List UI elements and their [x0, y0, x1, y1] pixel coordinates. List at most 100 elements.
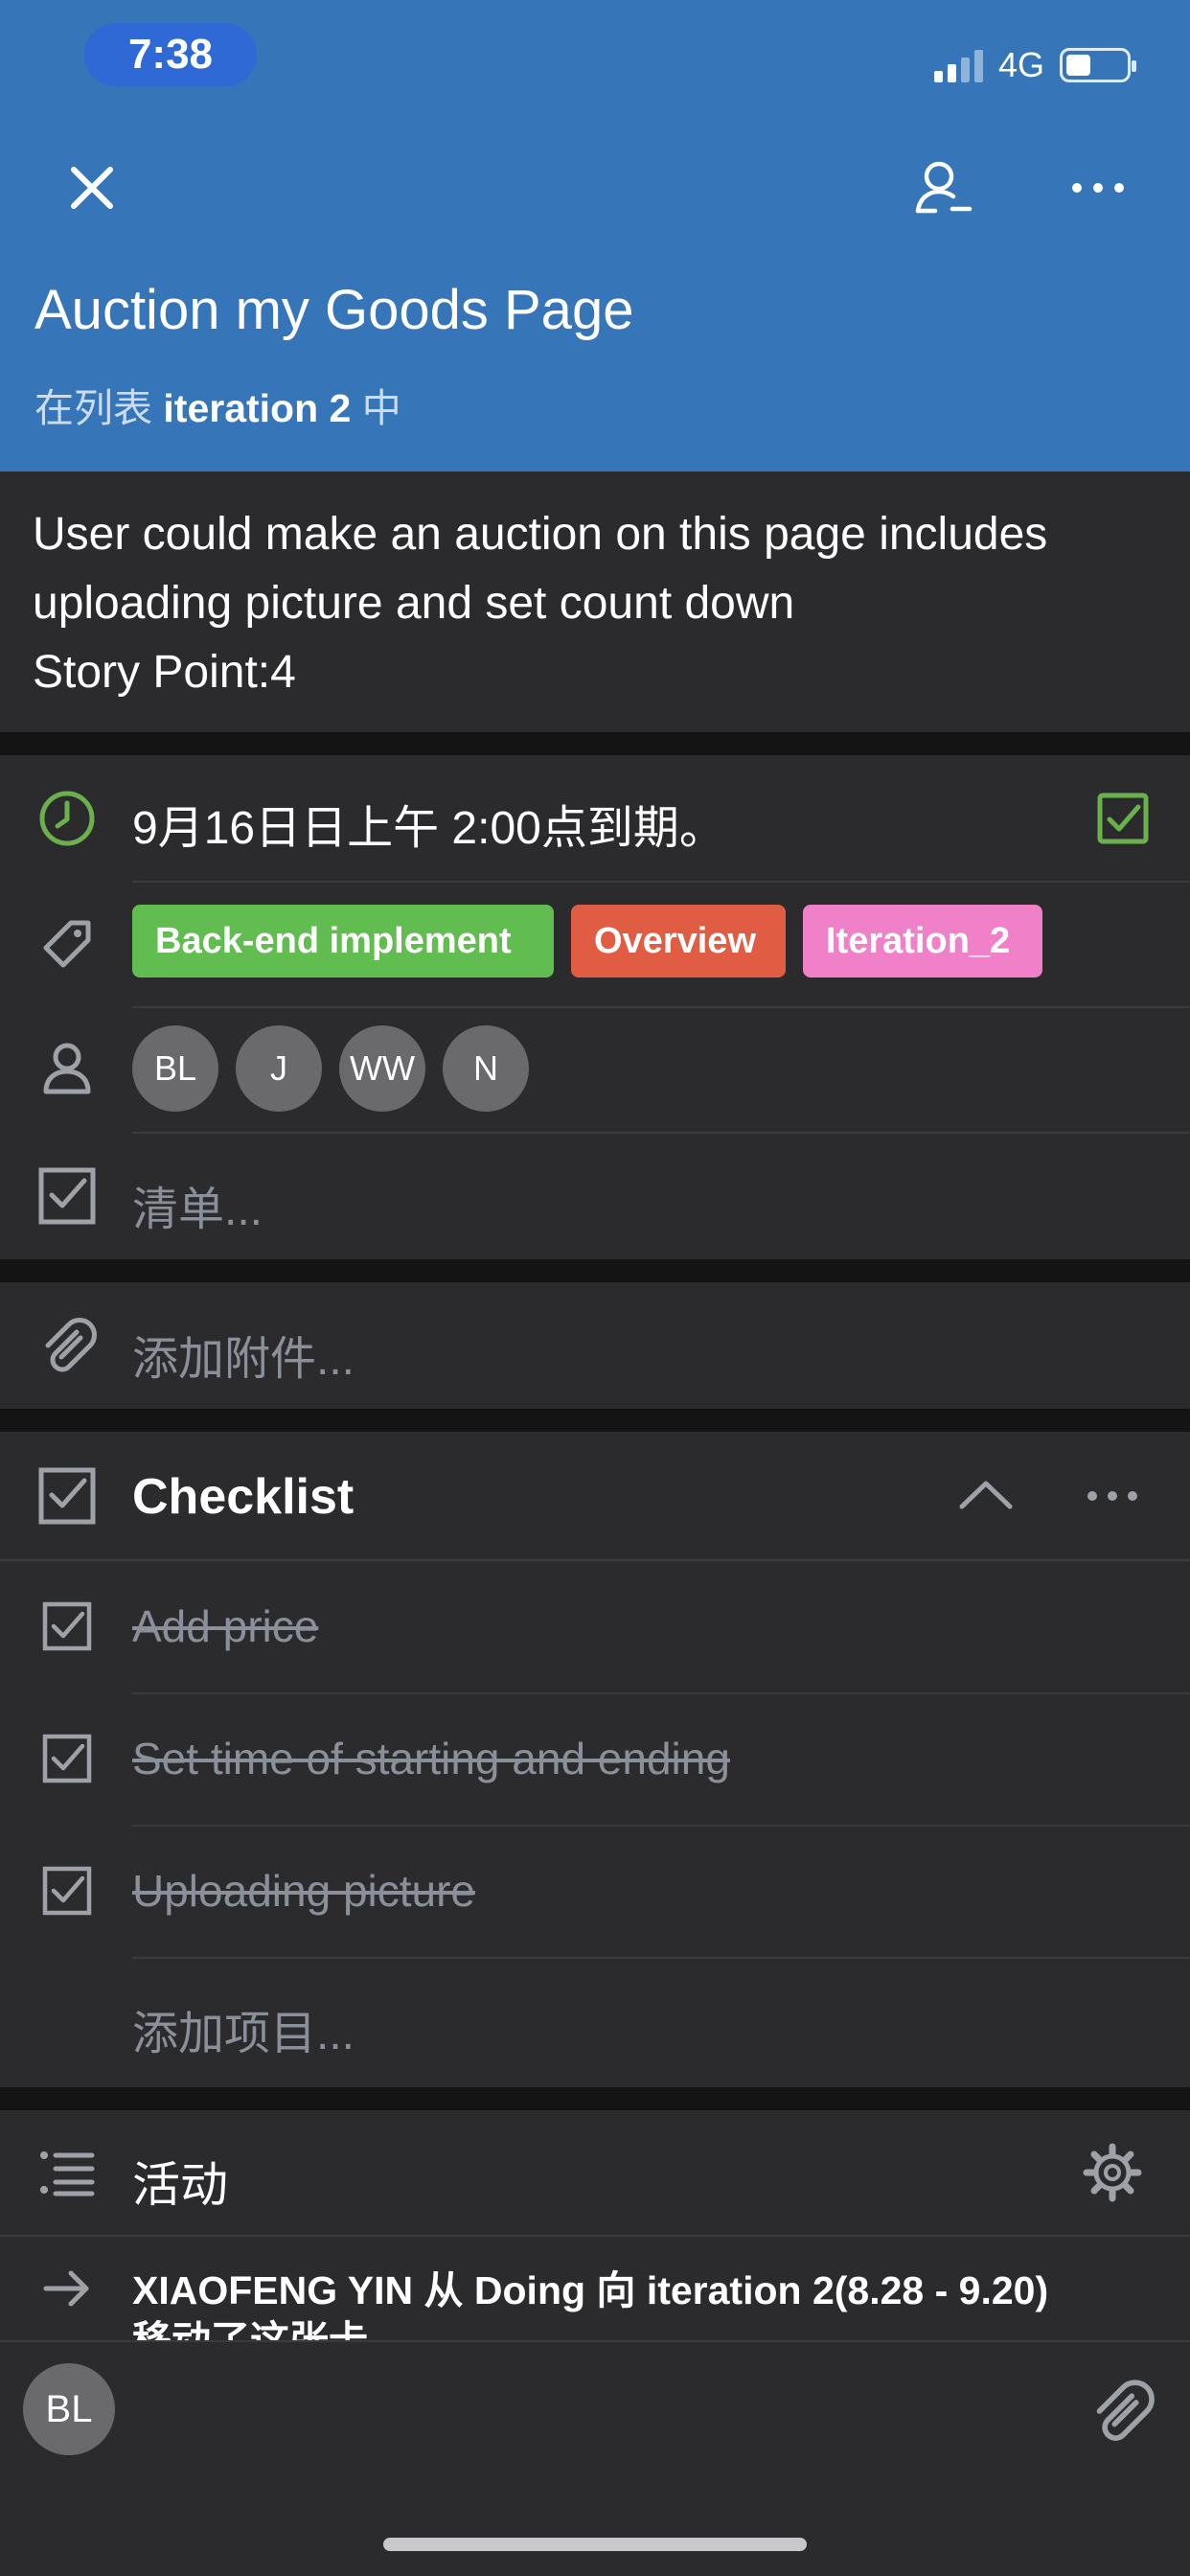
add-checklist-item[interactable]: 添加项目... [0, 1957, 1190, 2087]
clock-icon [39, 791, 95, 846]
checklist-more-button[interactable] [1081, 1464, 1144, 1528]
card-details: 9月16日日上午 2:00点到期。 Back-end implement Ove… [0, 755, 1190, 1259]
activity-section: 活动 XIAOFENG YIN 从 Doing 向 iteration 2(8. [0, 2110, 1190, 2340]
status-time-text: 7:38 [127, 31, 214, 78]
signal-bar [947, 64, 956, 82]
label-chip-overview[interactable]: Overview [571, 905, 786, 978]
attachments-section[interactable]: 添加附件... [0, 1282, 1190, 1409]
more-button[interactable] [1064, 153, 1133, 222]
activity-entry-line1: XIAOFENG YIN 从 Doing 向 iteration 2(8.28 … [132, 2268, 1049, 2312]
label-chip-back-end[interactable]: Back-end implement [132, 905, 554, 978]
checked-box-icon [1097, 793, 1149, 844]
paperclip-icon-cell [29, 1307, 105, 1384]
avatar-initials: BL [45, 2387, 93, 2430]
member-avatar[interactable]: WW [339, 1025, 425, 1112]
signal-bar [933, 71, 943, 82]
label-text: Iteration_2 [826, 920, 1011, 961]
label-text: Back-end implement [155, 920, 512, 961]
collapse-button[interactable] [954, 1464, 1018, 1528]
status-indicators: 4G [933, 44, 1136, 86]
checklist-placeholder: 清单... [132, 1184, 263, 1235]
item-checkbox[interactable] [29, 1852, 105, 1929]
due-complete-checkbox[interactable] [1096, 792, 1150, 845]
members-row[interactable]: BL J WW N [0, 1006, 1190, 1131]
checklist-icon [38, 1467, 96, 1525]
person-icon [43, 1043, 91, 1094]
attach-button[interactable] [1087, 2377, 1156, 2446]
gear-icon [1083, 2143, 1142, 2202]
checklist-item[interactable]: Add price [0, 1560, 1190, 1692]
card-description[interactable]: User could make an auction on this page … [0, 472, 1190, 732]
add-item-placeholder: 添加项目... [132, 2009, 355, 2059]
member-avatar[interactable]: J [236, 1025, 322, 1112]
list-suffix: 中 [351, 386, 401, 430]
labels-container: Back-end implement Overview Iteration_2 [132, 905, 1186, 978]
more-icon [1087, 1491, 1137, 1501]
remove-member-button[interactable] [908, 153, 977, 222]
chevron-up-icon [959, 1481, 1013, 1509]
item-checkbox[interactable] [29, 1720, 105, 1797]
paperclip-icon [45, 1318, 97, 1372]
avatar-initials: BL [153, 1048, 197, 1088]
member-avatar[interactable]: N [443, 1025, 529, 1112]
activity-entry[interactable]: XIAOFENG YIN 从 Doing 向 iteration 2(8.28 … [0, 2237, 1190, 2340]
checklist-item-text: Set time of starting and ending [132, 1734, 730, 1783]
status-time: 7:38 [84, 23, 257, 86]
section-separator [0, 2087, 1190, 2110]
battery-fill [1066, 55, 1090, 76]
checklist-item[interactable]: Set time of starting and ending [0, 1692, 1190, 1825]
due-date-row[interactable]: 9月16日日上午 2:00点到期。 [0, 755, 1190, 882]
card-list-location[interactable]: 在列表 iteration 2 中 [34, 376, 401, 433]
section-separator [0, 1259, 1190, 1282]
remove-member-icon [915, 161, 973, 214]
checklist-item-text: Add price [132, 1601, 319, 1651]
checklist-item-text: Uploading picture [132, 1866, 476, 1916]
card-title[interactable]: Auction my Goods Page [34, 278, 633, 342]
description-text: User could make an auction on this page … [33, 509, 1048, 698]
avatar-initials: J [270, 1048, 287, 1088]
attachment-placeholder: 添加附件... [132, 1334, 355, 1385]
checklist-header: Checklist [0, 1432, 1190, 1560]
checklist-icon [38, 1167, 96, 1225]
checked-box-icon [42, 1866, 92, 1916]
add-checklist-row[interactable]: 清单... [0, 1133, 1190, 1259]
close-icon [71, 167, 113, 209]
avatar-initials: WW [350, 1048, 415, 1088]
checklist-header-icon-cell [29, 1458, 105, 1534]
checklist-icon-cell [29, 1158, 105, 1234]
member-avatar[interactable]: BL [132, 1025, 218, 1112]
label-text: Overview [594, 920, 756, 961]
item-checkbox[interactable] [29, 1588, 105, 1665]
list-icon [40, 2151, 95, 2196]
due-date-text: 9月16日日上午 2:00点到期。 [132, 803, 725, 854]
member-icon-cell [29, 1030, 105, 1107]
activity-header: 活动 [0, 2110, 1190, 2235]
checklist-item[interactable]: Uploading picture [0, 1825, 1190, 1957]
arrow-icon-cell [29, 2250, 105, 2327]
more-icon [1072, 183, 1124, 193]
label-chip-iteration-2[interactable]: Iteration_2 [803, 905, 1042, 978]
checked-box-icon [42, 1734, 92, 1783]
signal-icon [933, 48, 983, 82]
paperclip-icon [1096, 2380, 1155, 2441]
network-type: 4G [997, 45, 1044, 84]
close-button[interactable] [57, 153, 126, 222]
activity-settings-button[interactable] [1081, 2141, 1144, 2204]
activity-entry-line2: 移动了这张卡 [132, 2318, 368, 2340]
checklist-section: Checklist Add price Set time of starting… [0, 1432, 1190, 2087]
current-user-avatar: BL [23, 2363, 115, 2455]
label-icon-cell [29, 906, 105, 982]
list-prefix: 在列表 [34, 386, 164, 430]
list-icon-cell [29, 2134, 105, 2211]
signal-bar [973, 50, 983, 82]
labels-row[interactable]: Back-end implement Overview Iteration_2 [0, 882, 1190, 1006]
tag-icon [43, 920, 91, 968]
checklist-title[interactable]: Checklist [132, 1468, 354, 1526]
checked-box-icon [42, 1601, 92, 1651]
arrow-right-icon [43, 2270, 89, 2307]
card-header: 7:38 4G Auction my Goods Page 在列表 iterat… [0, 0, 1190, 472]
battery-icon [1060, 48, 1136, 82]
list-name: iteration 2 [163, 386, 352, 430]
activity-title: 活动 [132, 2158, 228, 2212]
avatar-initials: N [473, 1048, 498, 1088]
